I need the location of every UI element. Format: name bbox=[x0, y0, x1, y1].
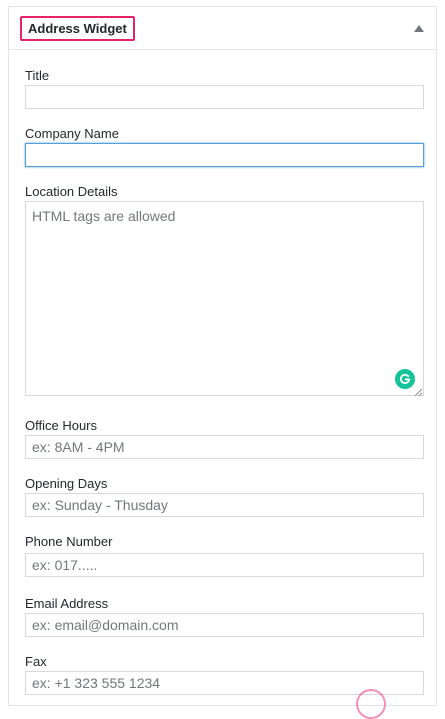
caret-up-icon[interactable] bbox=[412, 22, 426, 34]
email-address-label: Email Address bbox=[25, 596, 109, 611]
title-label: Title bbox=[25, 68, 50, 83]
widget-header[interactable]: Address Widget bbox=[9, 7, 436, 50]
cursor-indicator bbox=[356, 689, 386, 719]
phone-number-input[interactable] bbox=[25, 553, 424, 577]
location-details-textarea[interactable] bbox=[25, 201, 424, 396]
title-input[interactable] bbox=[25, 85, 424, 109]
company-name-input[interactable] bbox=[25, 143, 424, 167]
email-address-input[interactable] bbox=[25, 613, 424, 637]
company-name-label: Company Name bbox=[25, 126, 119, 141]
opening-days-label: Opening Days bbox=[25, 476, 108, 491]
resize-handle-icon[interactable] bbox=[413, 384, 423, 397]
grammarly-icon[interactable] bbox=[395, 369, 415, 389]
fax-label: Fax bbox=[25, 654, 47, 669]
office-hours-input[interactable] bbox=[25, 435, 424, 459]
phone-number-label: Phone Number bbox=[25, 534, 113, 549]
location-details-label: Location Details bbox=[25, 184, 118, 199]
opening-days-input[interactable] bbox=[25, 493, 424, 517]
office-hours-label: Office Hours bbox=[25, 418, 98, 433]
address-widget: Address Widget Title Company Name Locati… bbox=[8, 6, 437, 706]
widget-title: Address Widget bbox=[20, 16, 135, 41]
